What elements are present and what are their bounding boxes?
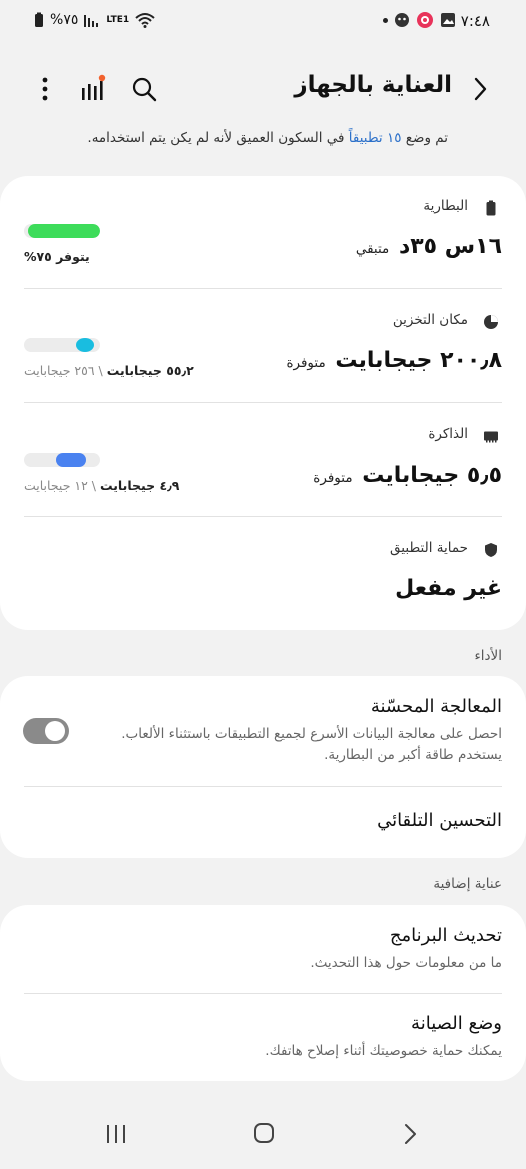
enhanced-processing-desc: احصل على معالجة البيانات الأسرع لجميع ال… xyxy=(72,724,502,766)
auto-optimization-item[interactable]: التحسين التلقائي xyxy=(377,810,502,831)
cell-signal-icon xyxy=(84,15,99,27)
search-icon[interactable] xyxy=(131,76,157,102)
battery-status-icon xyxy=(35,12,43,27)
storage-total: ٢٥٦ جيجابايت xyxy=(24,363,95,378)
battery-label: البطارية xyxy=(423,198,468,214)
diagnostics-icon[interactable] xyxy=(80,74,106,102)
app-notification-icon-2 xyxy=(417,12,433,28)
recent-apps-icon[interactable] xyxy=(104,1123,128,1145)
toggle-knob xyxy=(45,721,65,741)
notice-suffix: في السكون العميق لأنه لم يكن يتم استخدام… xyxy=(87,130,349,146)
gallery-icon xyxy=(441,13,455,27)
storage-usage: ٥٥٫٢ جيجابايت \ ٢٥٦ جيجابايت xyxy=(24,363,194,378)
page-title: العناية بالجهاز xyxy=(294,72,452,98)
system-navigation-bar xyxy=(0,1109,526,1169)
device-status-card: البطارية ١٦س ٣٥د متبقي يتوفر ٧٥% مكان ال… xyxy=(0,176,526,630)
memory-total: ١٢ جيجابايت xyxy=(24,478,88,493)
additional-care-section-label: عناية إضافية xyxy=(433,876,502,892)
maintenance-mode-title: وضع الصيانة xyxy=(411,1013,502,1034)
divider xyxy=(24,516,502,517)
battery-available-text: يتوفر ٧٥% xyxy=(24,249,90,264)
app-notification-icon xyxy=(395,13,409,27)
additional-care-card: تحديث البرنامج ما من معلومات حول هذا الت… xyxy=(0,905,526,1081)
storage-available: ٢٠٠٫٨ جيجابايت متوفرة xyxy=(286,348,502,373)
memory-used: ٤٫٩ جيجابايت xyxy=(100,478,180,493)
battery-bar xyxy=(24,224,100,238)
storage-label: مكان التخزين xyxy=(392,312,468,328)
divider xyxy=(24,786,502,787)
divider xyxy=(24,288,502,289)
battery-bar-fill xyxy=(28,224,100,238)
nav-back-icon[interactable] xyxy=(400,1121,420,1147)
memory-label: الذاكرة xyxy=(428,426,468,442)
deep-sleep-apps-link[interactable]: ١٥ تطبيقاً xyxy=(349,130,402,146)
enhanced-processing-desc-2: يستخدم طاقة أكبر من البطارية. xyxy=(324,747,502,763)
software-update-desc: ما من معلومات حول هذا التحديث. xyxy=(310,955,502,971)
storage-pie-icon xyxy=(484,315,498,329)
battery-remaining-unit: متبقي xyxy=(355,241,390,257)
memory-available-value: ٥٫٥ جيجابايت xyxy=(362,463,502,488)
memory-available-unit: متوفرة xyxy=(313,470,353,486)
dot-icon xyxy=(383,17,388,23)
performance-section-label: الأداء xyxy=(474,648,502,664)
enhanced-processing-title: المعالجة المحسّنة xyxy=(370,696,502,717)
memory-bar xyxy=(24,453,100,467)
shield-icon xyxy=(485,543,497,557)
clock: ٧:٤٨ xyxy=(460,12,490,30)
enhanced-processing-toggle[interactable] xyxy=(23,718,69,744)
divider xyxy=(24,402,502,403)
enhanced-processing-desc-1: احصل على معالجة البيانات الأسرع لجميع ال… xyxy=(121,726,502,742)
battery-remaining-value: ١٦س ٣٥د xyxy=(398,234,502,259)
more-options-icon[interactable] xyxy=(38,76,52,102)
performance-card: المعالجة المحسّنة احصل على معالجة البيان… xyxy=(0,676,526,858)
network-type: LTE1 xyxy=(106,15,130,25)
storage-available-unit: متوفرة xyxy=(286,355,326,371)
app-header: العناية بالجهاز xyxy=(0,60,526,116)
storage-bar xyxy=(24,338,100,352)
back-arrow-icon[interactable] xyxy=(468,74,492,104)
notification-icons xyxy=(383,11,456,29)
wifi-icon xyxy=(135,13,155,28)
battery-available: يتوفر ٧٥% xyxy=(24,249,90,264)
battery-icon xyxy=(486,200,496,216)
storage-bar-fill xyxy=(76,338,94,352)
maintenance-mode-desc: يمكنك حماية خصوصيتك أثناء إصلاح هاتفك. xyxy=(265,1043,502,1059)
memory-bar-fill xyxy=(56,453,86,467)
status-left: %٧٥ LTE1 xyxy=(34,12,155,28)
memory-usage: ٤٫٩ جيجابايت \ ١٢ جيجابايت xyxy=(24,478,180,493)
memory-available: ٥٫٥ جيجابايت متوفرة xyxy=(313,463,502,488)
app-protection-status: غير مفعل xyxy=(395,576,502,601)
home-icon[interactable] xyxy=(252,1121,276,1145)
status-bar: %٧٥ LTE1 ٧:٤٨ xyxy=(0,0,526,44)
app-protection-label: حماية التطبيق xyxy=(390,540,468,556)
divider xyxy=(24,993,502,994)
software-update-title: تحديث البرنامج xyxy=(389,925,502,946)
notice-prefix: تم وضع xyxy=(401,130,448,146)
deep-sleep-notice: تم وضع ١٥ تطبيقاً في السكون العميق لأنه … xyxy=(40,126,448,150)
storage-available-value: ٢٠٠٫٨ جيجابايت xyxy=(335,348,502,373)
memory-chip-icon xyxy=(484,431,498,443)
battery-remaining: ١٦س ٣٥د متبقي xyxy=(356,234,502,259)
storage-used: ٥٥٫٢ جيجابايت xyxy=(106,363,194,378)
battery-percent: %٧٥ xyxy=(50,12,79,28)
